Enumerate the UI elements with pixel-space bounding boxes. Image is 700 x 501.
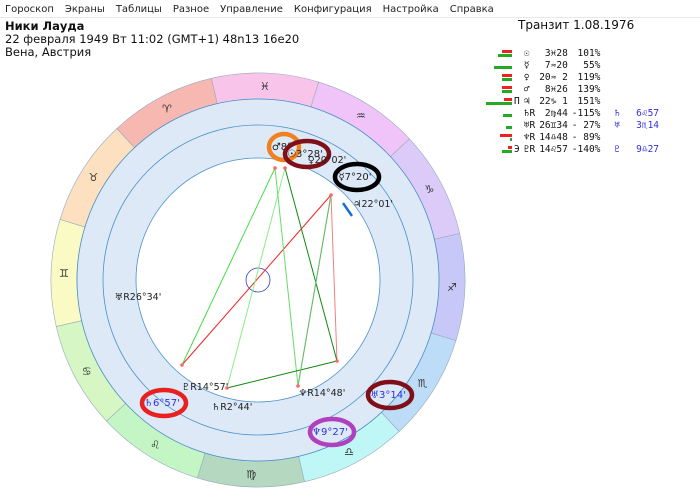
transit-planet-label: ♄6°57' [144, 398, 180, 409]
zodiac-sign-11: ♓ [260, 80, 270, 93]
natal-planet-label: ♆R14°48' [299, 388, 346, 399]
horoscope-wheel[interactable]: ♈♉♊♋♌♍♎♏♐♑♒♓♂8°☉3°28'☿7°20'♅3°14'♆9°27'♄… [0, 0, 700, 501]
planet-point [283, 166, 287, 170]
natal-planet-label: ♀20°02' [308, 155, 347, 166]
planet-point [180, 363, 184, 367]
zodiac-sign-0: ♈ [162, 103, 172, 116]
transit-planet-label: ☿7°20' [339, 172, 372, 183]
planet-point [273, 166, 277, 170]
planet-point [335, 359, 339, 363]
zodiac-sign-9: ♑ [424, 183, 434, 196]
natal-planet-label: ♇R14°57' [182, 382, 229, 393]
zodiac-sign-2: ♊ [59, 267, 69, 280]
zodiac-sign-10: ♒ [356, 109, 366, 122]
zodiac-sign-4: ♌ [150, 439, 160, 452]
zodiac-sign-6: ♎ [344, 445, 354, 458]
zodiac-sign-1: ♉ [89, 171, 99, 184]
natal-planet-label: ♃22°01' [353, 199, 393, 210]
zodiac-sign-3: ♋ [82, 365, 92, 378]
natal-planet-label: ♅R26°34' [115, 292, 162, 303]
zodiac-sign-8: ♐ [447, 281, 457, 294]
planet-point [329, 193, 333, 197]
transit-planet-label: ♆9°27' [312, 427, 348, 438]
zodiac-sign-5: ♍ [246, 468, 256, 481]
zodiac-sign-7: ♏ [418, 377, 428, 390]
natal-planet-label: ♄R2°44' [212, 402, 253, 413]
transit-planet-label: ♅3°14' [370, 390, 406, 401]
